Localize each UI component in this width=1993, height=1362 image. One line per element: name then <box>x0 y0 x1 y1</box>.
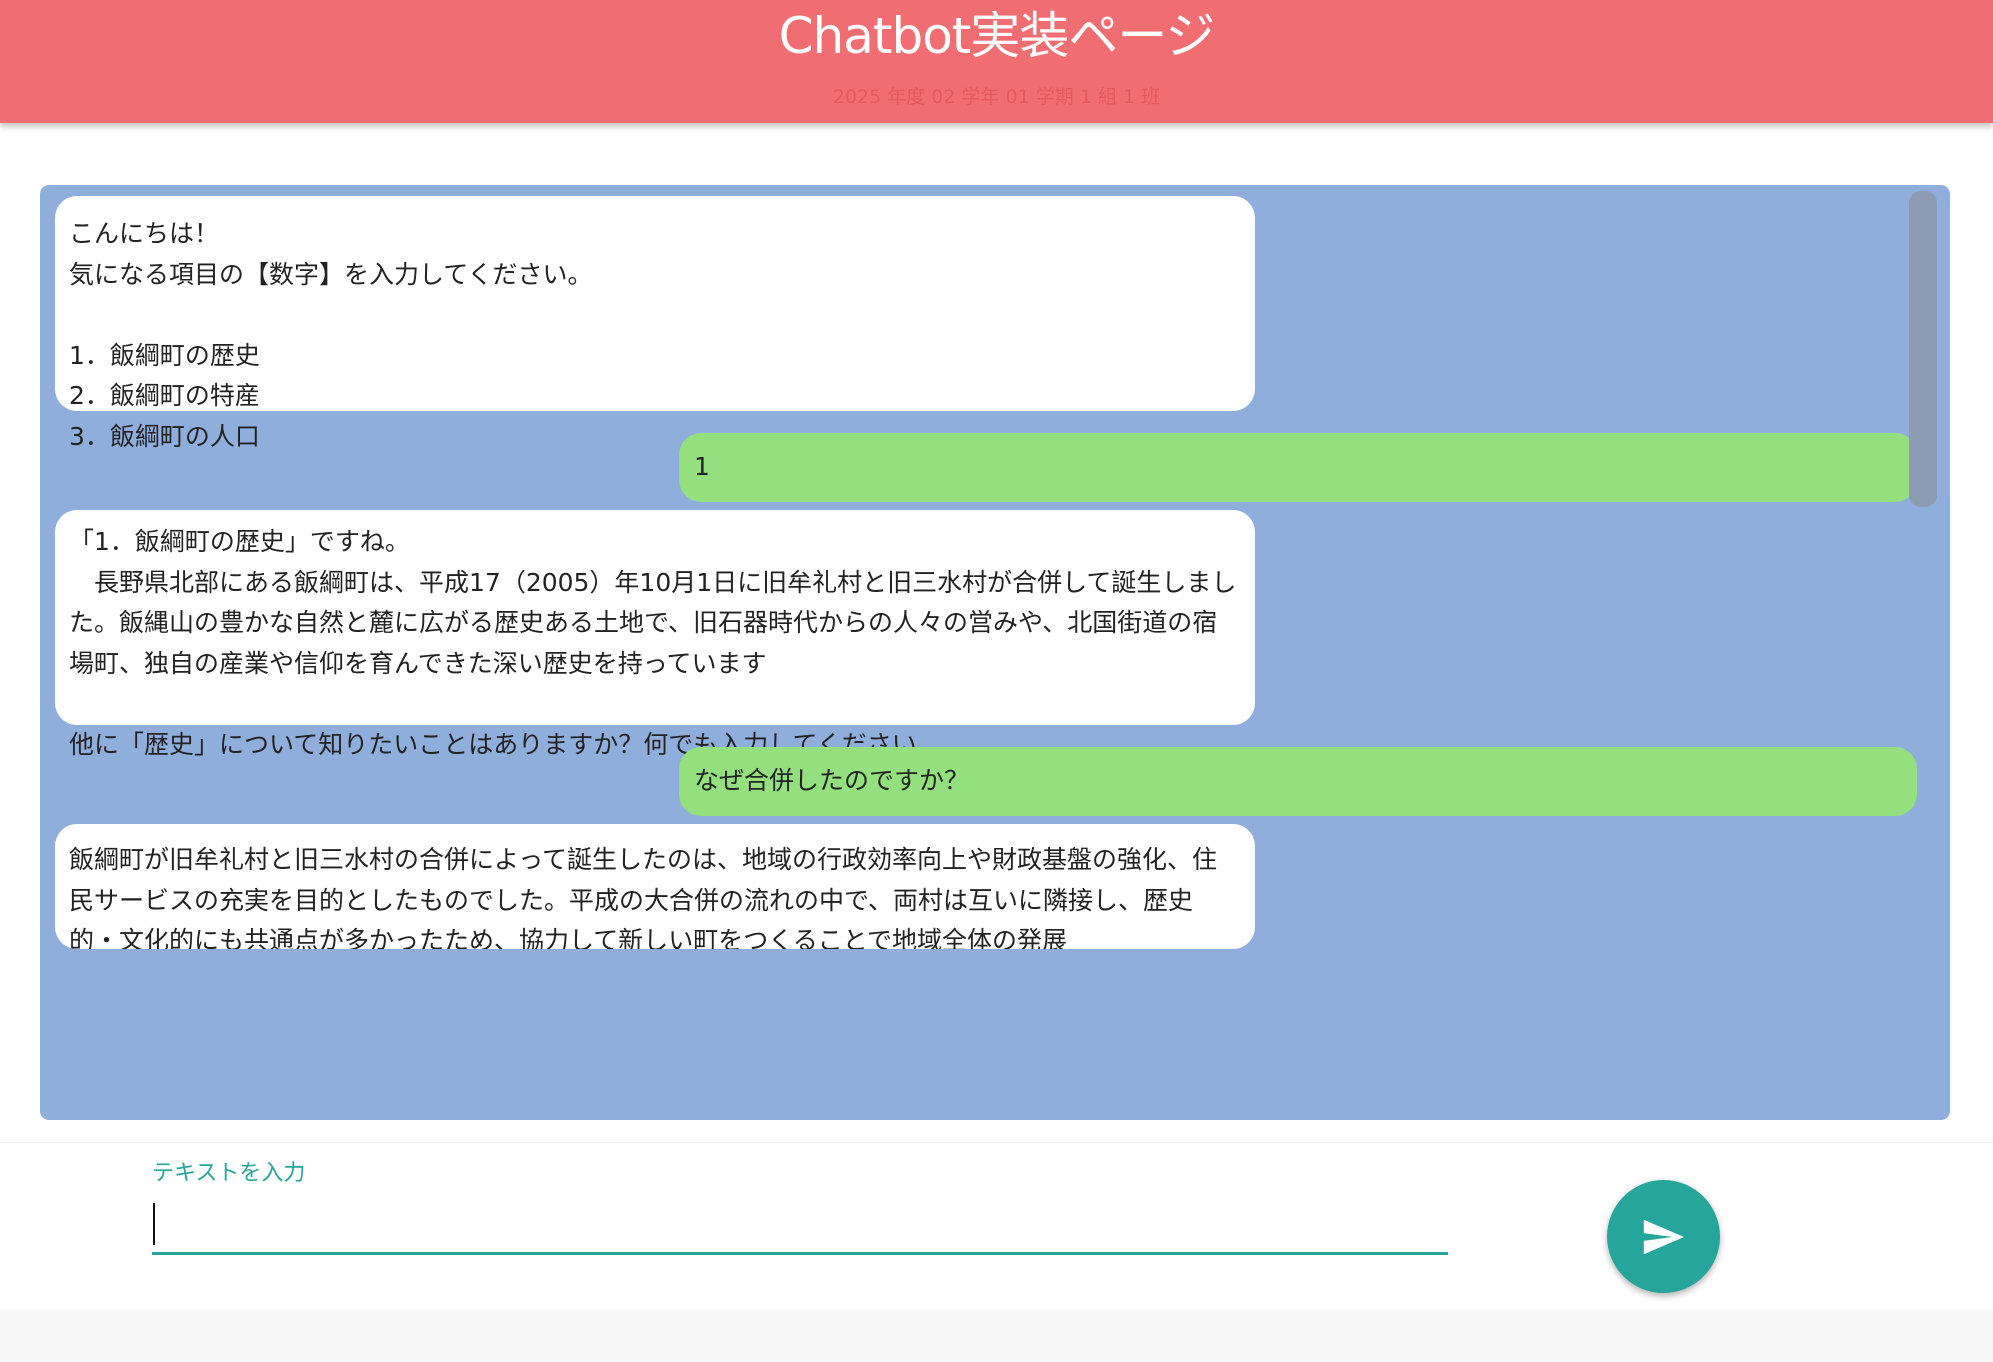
input-bar: テキストを入力 <box>0 1142 1993 1310</box>
bot-message: こんにちは！ 気になる項目の【数字】を入力してください。 1．飯綱町の歴史 2．… <box>55 196 1255 451</box>
app-header: Chatbot実装ページ 2025 年度 02 学年 01 学期 1 組 1 班 <box>0 0 1993 123</box>
bot-message: 飯綱町が旧牟礼村と旧三水村の合併によって誕生したのは、地域の行政効率向上や財政基… <box>55 824 1255 949</box>
user-message: なぜ合併したのですか？ <box>679 747 1917 816</box>
user-message: 1 <box>679 433 1917 502</box>
send-button[interactable] <box>1607 1180 1720 1293</box>
text-caret <box>153 1203 155 1245</box>
class-subtitle: 2025 年度 02 学年 01 学期 1 組 1 班 <box>832 86 1161 108</box>
page-title: Chatbot実装ページ <box>778 7 1216 65</box>
input-label: テキストを入力 <box>152 1161 306 1186</box>
bot-message: 「1．飯綱町の歴史」ですね。 長野県北部にある飯綱町は、平成17（2005）年1… <box>55 510 1255 759</box>
main-content: こんにちは！ 気になる項目の【数字】を入力してください。 1．飯綱町の歴史 2．… <box>0 123 1993 1310</box>
send-icon <box>1643 1219 1685 1255</box>
chat-scrollbar[interactable] <box>1909 191 1937 507</box>
message-input[interactable] <box>152 1195 1448 1255</box>
chat-log[interactable]: こんにちは！ 気になる項目の【数字】を入力してください。 1．飯綱町の歴史 2．… <box>40 185 1950 1120</box>
